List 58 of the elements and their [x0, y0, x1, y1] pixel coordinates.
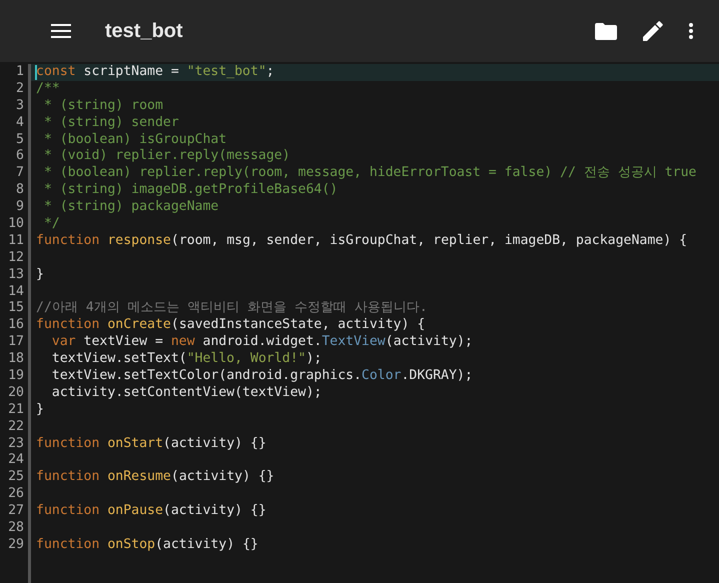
- line-number: 18: [8, 351, 24, 368]
- code-line: }: [36, 402, 44, 417]
- line-number: 29: [8, 536, 24, 554]
- more-icon[interactable]: [689, 23, 693, 39]
- line-number: 4: [16, 114, 24, 132]
- line-number: 8: [16, 182, 24, 200]
- line-number: 3: [16, 98, 24, 115]
- line-number: 15: [8, 300, 24, 318]
- code-line: * (void) replier.reply(message): [42, 148, 290, 164]
- code-line: }: [36, 266, 44, 282]
- app-title: test_bot: [105, 20, 183, 42]
- line-number: 19: [8, 368, 24, 385]
- line-number: 21: [8, 402, 24, 419]
- line-number: 28: [8, 520, 24, 537]
- code-line: const scriptName = "test_bot";: [36, 64, 274, 79]
- menu-icon[interactable]: [51, 24, 71, 38]
- line-number: 13: [8, 266, 24, 284]
- line-number: 20: [8, 384, 24, 402]
- text-cursor: [35, 65, 37, 80]
- code-line: textView.setText("Hello, World!");: [50, 351, 322, 366]
- line-number: 25: [8, 469, 24, 486]
- code-line: function onStop(activity) {}: [36, 536, 258, 552]
- line-number: 22: [8, 418, 24, 436]
- line-number: 11: [8, 232, 24, 250]
- folder-icon[interactable]: [595, 22, 617, 40]
- line-number: 16: [8, 317, 24, 334]
- line-number: 23: [8, 436, 24, 452]
- code-line: activity.setContentView(textView);: [50, 384, 322, 400]
- line-number: 14: [8, 284, 24, 300]
- code-line: textView.setTextColor(android.graphics.Color.DKGRAY);: [50, 368, 473, 384]
- line-number: 1: [16, 64, 24, 81]
- code-line: function onStart(activity) {}: [36, 436, 266, 451]
- code-line: var textView = new android.widget.TextView(activity);: [50, 334, 473, 350]
- code-line: function response(room, msg, sender, isGroupChat, replier, imageDB, packageName) {: [36, 232, 688, 248]
- code-line: //아래 4개의 메소드는 액티비티 화면을 수정할때 사용됩니다.: [36, 300, 428, 316]
- line-number: 6: [16, 148, 24, 166]
- code-line: * (string) room: [42, 98, 164, 113]
- code-line: function onResume(activity) {}: [36, 469, 274, 484]
- pencil-icon[interactable]: [643, 21, 663, 41]
- line-number: 27: [8, 503, 24, 520]
- code-line: * (string) packageName: [42, 199, 219, 214]
- line-number: 12: [8, 250, 24, 267]
- code-line: function onCreate(savedInstanceState, activity) {: [36, 317, 426, 332]
- line-number: 17: [8, 334, 24, 352]
- line-number: 24: [8, 452, 24, 470]
- line-number: 7: [16, 165, 24, 182]
- line-number: 10: [8, 216, 24, 233]
- line-number: 9: [16, 199, 24, 216]
- code-line: function onPause(activity) {}: [36, 503, 266, 518]
- line-number: 26: [8, 486, 24, 504]
- code-line: * (boolean) replier.reply(room, message, hideErrorToast = false) // 전송 성공시 true: [42, 165, 696, 180]
- code-line: * (boolean) isGroupChat: [42, 132, 227, 147]
- code-line: * (string) sender: [42, 114, 179, 130]
- code-line: */: [42, 216, 60, 232]
- line-number: 2: [16, 80, 24, 98]
- code-line: * (string) imageDB.getProfileBase64(): [42, 182, 338, 198]
- line-number: 5: [16, 132, 24, 148]
- code-line: /**: [36, 80, 60, 96]
